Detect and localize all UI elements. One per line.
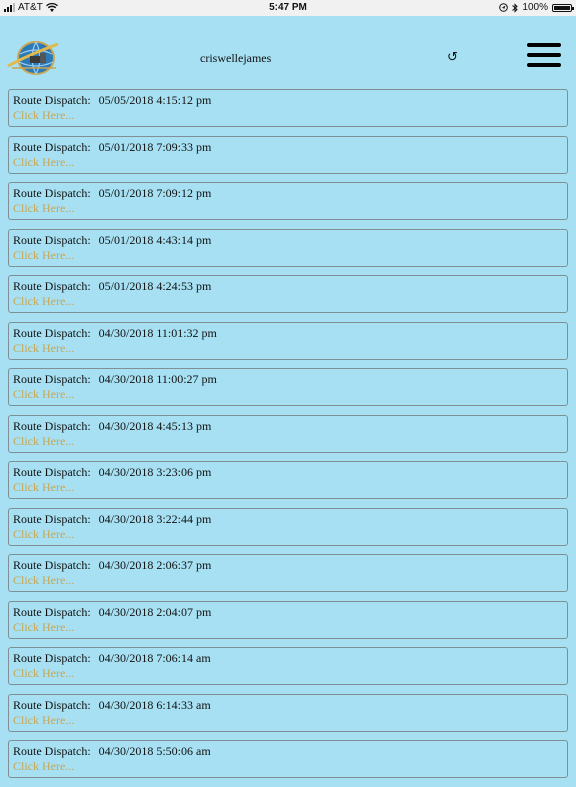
click-here-link[interactable]: Click Here... — [13, 573, 563, 588]
dispatch-date: 04/30/2018 4:45:13 pm — [98, 418, 212, 433]
click-here-link[interactable]: Click Here... — [13, 155, 563, 170]
dispatch-header: Route Dispatch: 04/30/2018 3:23:06 pm — [13, 465, 563, 480]
dispatch-label: Route Dispatch: — [13, 744, 91, 758]
dispatch-date: 05/01/2018 7:09:33 pm — [98, 139, 212, 154]
location-icon — [499, 3, 509, 12]
dispatch-header: Route Dispatch: 04/30/2018 11:01:32 pm — [13, 326, 563, 341]
dispatch-header: Route Dispatch: 04/30/2018 2:06:37 pm — [13, 558, 563, 573]
dispatch-item[interactable]: Route Dispatch: 04/30/2018 3:22:44 pm Clic… — [8, 507, 568, 546]
click-here-link[interactable]: Click Here... — [13, 248, 563, 263]
dispatch-item[interactable]: Route Dispatch: 04/30/2018 6:14:33 am Clic… — [8, 693, 568, 732]
dispatch-label: Route Dispatch: — [13, 186, 91, 200]
dispatch-header: Route Dispatch: 04/30/2018 7:06:14 am — [13, 651, 563, 666]
dispatch-date: 04/30/2018 5:50:06 am — [98, 744, 211, 758]
battery-percent: 100% — [522, 2, 548, 13]
dispatch-date: 05/01/2018 4:43:14 pm — [98, 232, 212, 247]
username-label: criswellejames — [200, 51, 272, 65]
click-here-link[interactable]: Click Here... — [13, 387, 563, 402]
click-here-link[interactable]: Click Here... — [13, 759, 563, 774]
dispatch-item[interactable]: Route Dispatch: 04/30/2018 2:06:37 pm Clic… — [8, 554, 568, 592]
click-here-link[interactable]: Click Here... — [13, 480, 563, 495]
click-here-link[interactable]: Click Here... — [13, 666, 563, 681]
dispatch-item[interactable]: Route Dispatch: 04/30/2018 7:06:14 am Clic… — [8, 647, 568, 685]
dispatch-item[interactable]: Route Dispatch: 04/30/2018 3:23:06 pm Clic… — [8, 461, 568, 499]
dispatch-label: Route Dispatch: — [13, 139, 91, 154]
dispatch-label: Route Dispatch: — [13, 418, 91, 433]
dispatch-item[interactable]: Route Dispatch: 05/01/2018 7:09:12 pm Clic… — [8, 182, 568, 220]
dispatch-item[interactable]: Route Dispatch: 05/01/2018 4:24:53 pm Clic… — [8, 275, 568, 313]
dispatch-label: Route Dispatch: — [13, 558, 91, 572]
globe-logo — [7, 41, 59, 75]
click-here-link[interactable]: Click Here... — [13, 620, 563, 635]
dispatch-label: Route Dispatch: — [13, 93, 91, 107]
dispatch-item[interactable]: Route Dispatch: 05/01/2018 4:43:14 pm Clic… — [8, 228, 568, 267]
dispatch-label: Route Dispatch: — [13, 325, 91, 340]
dispatch-header: Route Dispatch: 05/01/2018 4:43:14 pm — [13, 233, 563, 248]
dispatch-header: Route Dispatch: 04/30/2018 6:14:33 am — [13, 698, 563, 713]
click-here-link[interactable]: Click Here... — [13, 434, 563, 449]
dispatch-label: Route Dispatch: — [13, 372, 91, 386]
dispatch-header: Route Dispatch: 04/30/2018 4:45:13 pm — [13, 419, 563, 434]
status-bar: AT&T 5:47 PM 100% — [0, 0, 576, 16]
dispatch-label: Route Dispatch: — [13, 279, 91, 293]
dispatch-date: 05/05/2018 4:15:12 pm — [98, 93, 212, 107]
dispatch-date: 04/30/2018 2:06:37 pm — [98, 558, 212, 572]
dispatch-header: Route Dispatch: 05/01/2018 7:09:33 pm — [13, 140, 563, 155]
hamburger-menu-icon[interactable] — [527, 43, 561, 68]
dispatch-item[interactable]: Route Dispatch: 04/30/2018 4:45:13 pm Clic… — [8, 414, 568, 453]
dispatch-date: 04/30/2018 11:01:32 pm — [98, 325, 217, 340]
dispatch-label: Route Dispatch: — [13, 604, 91, 619]
dispatch-date: 05/01/2018 7:09:12 pm — [98, 186, 212, 200]
dispatch-date: 05/01/2018 4:24:53 pm — [98, 279, 212, 293]
click-here-link[interactable]: Click Here... — [13, 201, 563, 216]
dispatch-header: Route Dispatch: 04/30/2018 11:00:27 pm — [13, 372, 563, 387]
dispatch-label: Route Dispatch: — [13, 232, 91, 247]
refresh-icon[interactable]: ↺ — [447, 50, 458, 65]
dispatch-item[interactable]: Route Dispatch: 04/30/2018 11:01:32 pm Cli… — [8, 321, 568, 360]
dispatch-header: Route Dispatch: 05/01/2018 4:24:53 pm — [13, 279, 563, 294]
dispatch-date: 04/30/2018 7:06:14 am — [98, 651, 211, 665]
dispatch-date: 04/30/2018 3:23:06 pm — [98, 465, 212, 479]
click-here-link[interactable]: Click Here... — [13, 341, 563, 356]
dispatch-label: Route Dispatch: — [13, 697, 91, 712]
dispatch-date: 04/30/2018 6:14:33 am — [98, 697, 211, 712]
dispatch-item[interactable]: Route Dispatch: 05/01/2018 7:09:33 pm Clic… — [8, 135, 568, 174]
dispatch-item[interactable]: Route Dispatch: 04/30/2018 2:04:07 pm Clic… — [8, 600, 568, 639]
dispatch-label: Route Dispatch: — [13, 465, 91, 479]
click-here-link[interactable]: Click Here... — [13, 108, 563, 123]
status-time: 5:47 PM — [269, 2, 307, 13]
battery-icon — [552, 3, 574, 12]
dispatch-item[interactable]: Route Dispatch: 05/05/2018 4:15:12 pm Clic… — [8, 89, 568, 127]
dispatch-header: Route Dispatch: 04/30/2018 3:22:44 pm — [13, 512, 563, 527]
dispatch-header: Route Dispatch: 05/05/2018 4:15:12 pm — [13, 93, 563, 108]
dispatch-header: Route Dispatch: 04/30/2018 5:50:06 am — [13, 744, 563, 759]
dispatch-date: 04/30/2018 3:22:44 pm — [98, 511, 212, 526]
dispatch-item[interactable]: Route Dispatch: 04/30/2018 11:00:27 pm Cli… — [8, 368, 568, 406]
dispatch-item[interactable]: Route Dispatch: 04/30/2018 5:50:06 am Clic… — [8, 740, 568, 778]
dispatch-date: 04/30/2018 11:00:27 pm — [98, 372, 217, 386]
dispatch-list: Route Dispatch: 05/05/2018 4:15:12 pm Clic… — [8, 89, 568, 787]
click-here-link[interactable]: Click Here... — [13, 527, 563, 542]
status-right: 100% — [499, 2, 574, 13]
bluetooth-icon — [512, 2, 519, 13]
dispatch-label: Route Dispatch: — [13, 511, 91, 526]
dispatch-header: Route Dispatch: 04/30/2018 2:04:07 pm — [13, 605, 563, 620]
dispatch-label: Route Dispatch: — [13, 651, 91, 665]
click-here-link[interactable]: Click Here... — [13, 294, 563, 309]
dispatch-date: 04/30/2018 2:04:07 pm — [98, 604, 212, 619]
click-here-link[interactable]: Click Here... — [13, 713, 563, 728]
dispatch-header: Route Dispatch: 05/01/2018 7:09:12 pm — [13, 186, 563, 201]
